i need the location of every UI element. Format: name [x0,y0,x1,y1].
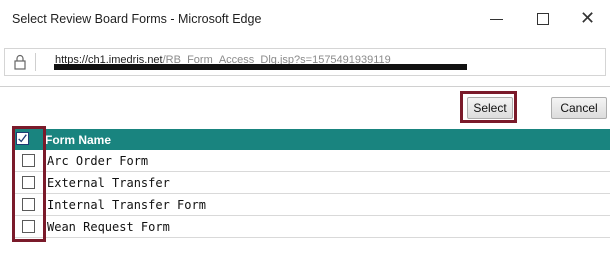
table-row[interactable]: Wean Request Form [12,216,610,238]
url-redaction-bar [54,64,467,70]
row-label: External Transfer [47,176,170,190]
lock-icon [14,54,26,70]
cancel-button[interactable]: Cancel [551,97,607,119]
address-bar[interactable]: https://ch1.imedris.net/RB_Form_Access_D… [4,48,606,76]
window-title: Select Review Board Forms - Microsoft Ed… [12,12,262,26]
close-icon: ✕ [580,8,596,28]
table-row[interactable]: Internal Transfer Form [12,194,610,216]
close-button[interactable]: ✕ [570,6,610,34]
table-row[interactable]: External Transfer [12,172,610,194]
table-row[interactable]: Arc Order Form [12,150,610,172]
maximize-button[interactable] [522,6,566,34]
row-label: Internal Transfer Form [47,198,206,212]
minimize-icon [490,19,503,20]
row-label: Wean Request Form [47,220,170,234]
column-header-form-name: Form Name [45,133,112,147]
maximize-icon [537,13,549,25]
select-button-highlight [460,91,517,123]
grid-header-row: Form Name [12,129,610,150]
row-label: Arc Order Form [47,154,149,168]
content-divider [0,86,610,87]
address-separator [35,53,36,71]
checkbox-column-highlight [12,126,46,242]
minimize-button[interactable] [476,6,520,34]
title-bar: Select Review Board Forms - Microsoft Ed… [0,0,610,40]
